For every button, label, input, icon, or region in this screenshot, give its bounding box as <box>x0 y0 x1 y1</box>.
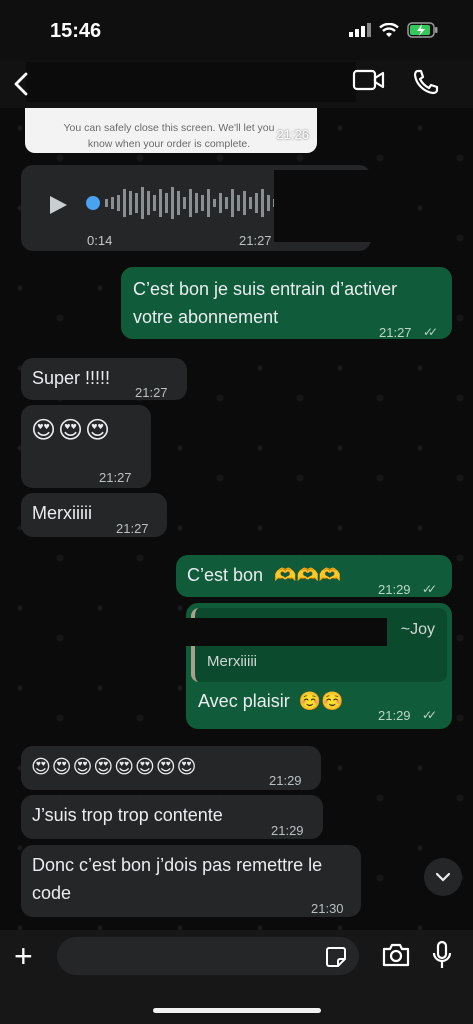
voice-call-button[interactable] <box>412 68 440 101</box>
attach-plus-icon[interactable]: + <box>14 940 33 972</box>
message-time: 21:29 <box>378 708 411 723</box>
message-text: Donc c’est bon j’dois pas remettre le co… <box>32 855 323 903</box>
order-preview-text: You can safely close this screen. We'll … <box>63 122 275 150</box>
double-check-icon: ✓✓ <box>422 708 437 722</box>
chat-area[interactable]: You can safely close this screen. We'll … <box>0 108 473 930</box>
message-time: 21:30 <box>311 901 344 916</box>
sticker-icon[interactable] <box>325 946 347 968</box>
message-text: Super !!!!! <box>32 368 111 388</box>
message-text-row: Avec plaisir ☺️☺️ <box>198 687 344 715</box>
chevron-down-icon <box>436 872 450 882</box>
video-camera-icon <box>352 69 385 91</box>
microphone-icon[interactable] <box>432 940 452 970</box>
play-icon[interactable] <box>47 194 69 216</box>
scroll-to-bottom-button[interactable] <box>424 858 462 896</box>
chevron-left-icon <box>14 72 28 96</box>
message-text: J’suis trop trop contente <box>32 805 223 825</box>
message-time: 21:26 <box>276 127 309 142</box>
message-time: 21:27 <box>239 233 272 248</box>
voice-duration: 0:14 <box>87 233 113 248</box>
status-time: 15:46 <box>50 20 102 42</box>
message-time: 21:29 <box>271 823 304 838</box>
message-text: C’est bon <box>187 565 264 585</box>
heart-hands-emoji: 🫶🫶🫶 <box>274 565 342 585</box>
quote-author: ~Joy <box>400 621 435 638</box>
back-button[interactable] <box>6 66 36 102</box>
incoming-message[interactable]: Super !!!!! 21:27 <box>21 358 187 400</box>
redacted-quote-name <box>72 618 387 646</box>
smiling-emoji: ☺️☺️ <box>298 691 344 711</box>
incoming-message[interactable]: J’suis trop trop contente 21:29 <box>21 795 323 839</box>
double-check-icon: ✓✓ <box>422 582 437 596</box>
home-indicator[interactable] <box>153 1008 321 1013</box>
signal-icon <box>349 23 371 37</box>
playhead-dot[interactable] <box>86 196 100 210</box>
message-time: 21:29 <box>269 773 302 788</box>
incoming-message[interactable]: Merxiiiii 21:27 <box>21 493 167 537</box>
contact-name-redacted <box>26 62 356 102</box>
quote-text: Merxiiiii <box>207 653 257 670</box>
message-text: Merxiiiii <box>32 503 92 523</box>
video-call-button[interactable] <box>352 68 386 97</box>
message-composer: + <box>0 930 473 1024</box>
redacted-avatar <box>274 170 390 242</box>
message-text: C’est bon je suis entrain d’activer votr… <box>133 279 398 327</box>
emoji-text: 😍😍😍😍😍😍😍😍 <box>31 757 198 778</box>
message-time: 21:27 <box>379 325 412 340</box>
outgoing-message[interactable]: C’est bon je suis entrain d’activer votr… <box>121 267 452 340</box>
message-input[interactable] <box>57 937 359 975</box>
incoming-emoji-message[interactable]: 😍😍😍😍😍😍😍😍 21:29 <box>21 746 321 790</box>
message-text: Avec plaisir <box>198 691 290 711</box>
status-bar: 15:46 <box>0 0 473 60</box>
double-check-icon: ✓✓ <box>423 325 438 339</box>
incoming-message[interactable]: Donc c’est bon j’dois pas remettre le co… <box>21 845 361 917</box>
battery-charging-icon <box>407 22 438 38</box>
phone-icon <box>413 69 439 95</box>
wifi-icon <box>379 22 399 37</box>
message-time: 21:27 <box>99 470 132 485</box>
chat-header <box>0 60 473 108</box>
outgoing-message[interactable]: C’est bon 🫶🫶🫶 21:29 ✓✓ <box>176 555 452 597</box>
emoji-text: 😍😍😍 <box>31 417 113 444</box>
incoming-emoji-message[interactable]: 😍😍😍 21:27 <box>21 405 151 488</box>
message-time: 21:27 <box>135 385 168 400</box>
waveform[interactable] <box>103 183 293 223</box>
order-preview-card[interactable]: You can safely close this screen. We'll … <box>25 108 317 153</box>
message-time: 21:27 <box>116 521 149 536</box>
status-icons <box>349 22 439 38</box>
message-time: 21:29 <box>378 582 411 597</box>
camera-icon[interactable] <box>381 942 411 968</box>
